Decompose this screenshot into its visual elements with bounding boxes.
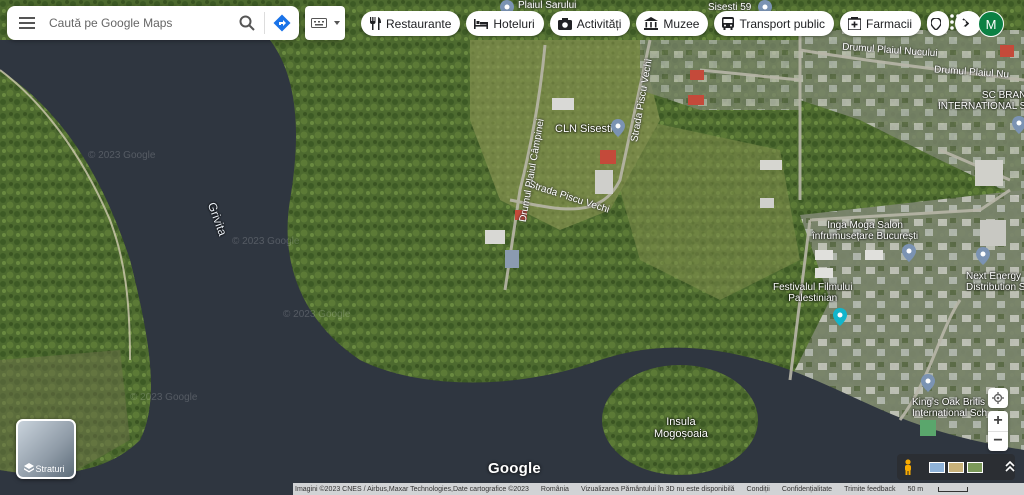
place-label-sc-brand[interactable]: SC BRAN INTERNATIONAL S [938,90,1024,112]
place-label-inga-moga[interactable]: Inga Moga Salon înfrumusețare București [812,220,918,242]
input-tools-button[interactable] [305,6,345,40]
chevron-down-icon [334,21,340,25]
zoom-controls: + − [988,411,1008,451]
place-label-festival[interactable]: Festivalul Filmului Palestinian [773,282,852,304]
map-pin-icon[interactable] [833,308,847,326]
imagery-thumbnail[interactable] [929,461,945,473]
country-link[interactable]: România [541,486,569,493]
map-pin-icon[interactable] [921,374,935,392]
imagery-thumbnail[interactable] [948,461,964,473]
map-pin-icon[interactable] [976,247,990,265]
privacy-link[interactable]: Confidențialitate [782,486,832,493]
road-label-plaiul-sarului: Plaiul Sarului [518,0,577,11]
my-location-button[interactable] [988,388,1008,408]
zoom-out-button[interactable]: − [988,432,1008,452]
chip-partial-next[interactable] [927,11,950,36]
map-watermark: © 2023 Google [130,392,198,403]
pegman-icon[interactable] [897,456,919,478]
attribution-footer: Imagini ©2023 CNES / Airbus,Maxar Techno… [293,483,1024,495]
map-pin-icon[interactable] [611,119,625,137]
3d-note: Vizualizarea Pământului în 3D nu este di… [580,485,735,493]
scale-line [938,486,969,492]
chip-hoteluri[interactable]: Hoteluri [466,11,544,36]
expand-icon[interactable] [1005,461,1015,473]
directions-icon[interactable] [265,6,299,40]
map-watermark: © 2023 Google [88,150,156,161]
chip-label: Muzee [663,16,700,31]
fork-knife-icon [370,17,381,30]
scale-label: 50 m [907,485,924,493]
satellite-map[interactable] [0,0,1024,495]
layers-button[interactable]: Straturi [16,419,76,479]
museum-icon [644,17,659,30]
pin-outline-icon [930,17,941,30]
search-icon[interactable] [230,6,264,40]
chip-label: Hoteluri [493,16,535,31]
map-watermark: © 2023 Google [232,236,300,247]
map-watermark: © 2023 Google [283,309,351,320]
google-logo: Google [488,460,541,477]
island-label-mogosoaia: Insula Mogoșoaia [654,416,708,440]
place-label-cln-sisesti[interactable]: CLN Sisesti [555,123,612,135]
chip-activitati[interactable]: Activități [549,11,631,36]
place-label-next-energy[interactable]: Next Energy Distribution S [966,271,1024,293]
chip-restaurante[interactable]: Restaurante [361,11,461,36]
imagery-attribution[interactable]: Imagini ©2023 CNES / Airbus,Maxar Techno… [295,486,529,493]
search-input[interactable] [47,15,230,31]
chip-label: Restaurante [386,16,452,31]
map-pin-icon[interactable] [1012,116,1024,134]
zoom-in-button[interactable]: + [988,411,1008,432]
bus-icon [722,17,735,30]
chip-label: Transport public [739,16,826,31]
imagery-thumbnail[interactable] [967,461,983,473]
google-apps-icon[interactable] [950,14,966,30]
map-pin-icon[interactable] [902,244,916,262]
camera-icon [557,17,572,30]
keyboard-icon [311,18,327,28]
bed-icon [474,18,489,29]
pharmacy-icon [848,17,862,30]
scale-bar[interactable]: 50 m [908,486,981,493]
chip-transport-public[interactable]: Transport public [714,11,835,36]
chip-label: Activități [576,16,622,31]
terms-link[interactable]: Condiții [747,486,770,493]
place-label-kings-oak[interactable]: King's Oak Britis International Sch [912,397,987,419]
chip-label: Farmacii [866,16,913,31]
chip-muzee[interactable]: Muzee [636,11,709,36]
bottom-controls [897,454,1015,480]
chip-farmacii[interactable]: Farmacii [840,11,922,36]
account-avatar[interactable]: M [978,11,1004,37]
category-chips: Restaurante Hoteluri Activități Muzee Tr… [361,11,982,36]
layers-label: Straturi [35,464,65,474]
feedback-link[interactable]: Trimite feedback [844,486,895,493]
menu-icon[interactable] [7,6,47,40]
search-box [7,6,299,40]
crosshair-icon [992,392,1004,404]
